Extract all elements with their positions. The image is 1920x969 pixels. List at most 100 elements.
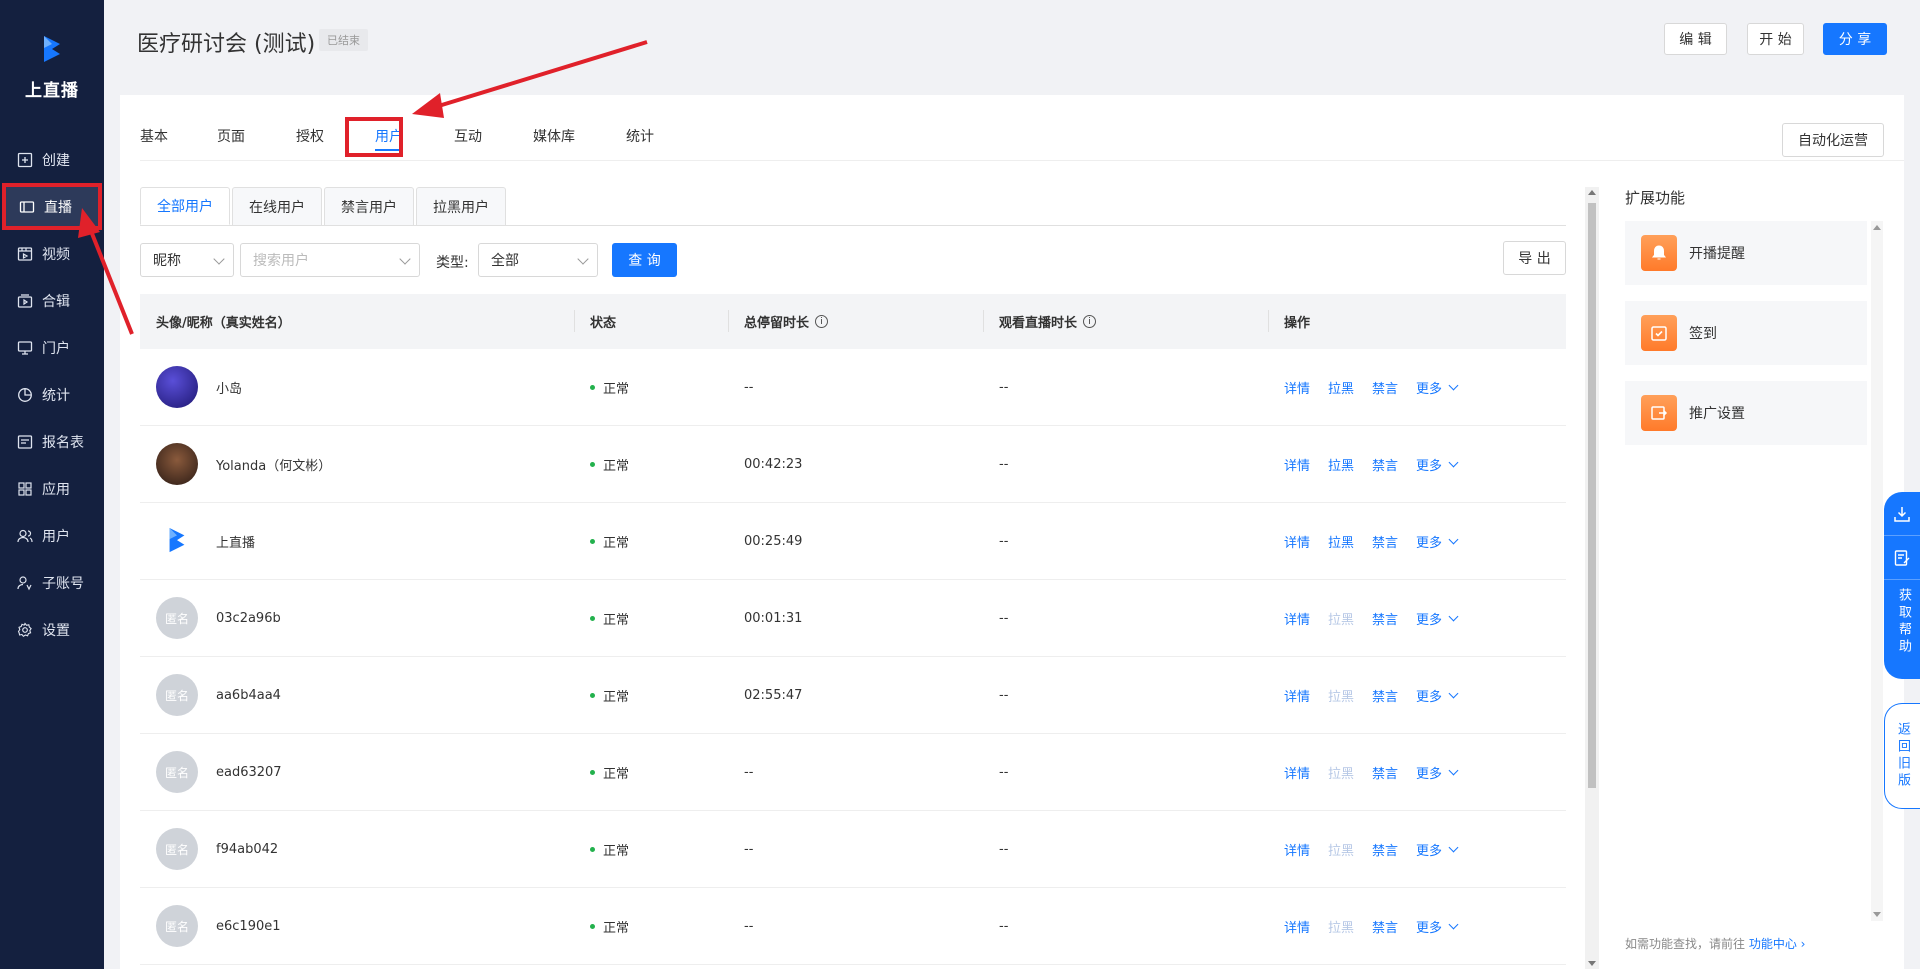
blacklist-link[interactable]: 拉黑: [1328, 532, 1354, 551]
col-header-watch: 观看直播时长 i: [983, 294, 1268, 349]
app-logo[interactable]: 上直播: [0, 34, 104, 101]
more-dropdown[interactable]: 更多: [1416, 455, 1459, 474]
col-header-status: 状态: [574, 294, 728, 349]
sidebar-item-label: 合辑: [42, 293, 70, 310]
table-scrollbar[interactable]: [1585, 187, 1599, 969]
field-select-value: 昵称: [153, 253, 181, 269]
col-header-stay-label: 总停留时长: [744, 316, 810, 331]
more-dropdown[interactable]: 更多: [1416, 840, 1459, 859]
mute-link[interactable]: 禁言: [1372, 455, 1398, 474]
user-name: 03c2a96b: [216, 610, 281, 626]
sub-account-icon: [16, 574, 34, 592]
more-dropdown[interactable]: 更多: [1416, 763, 1459, 782]
mute-link[interactable]: 禁言: [1372, 609, 1398, 628]
chevron-down-icon: [1448, 457, 1459, 467]
more-dropdown[interactable]: 更多: [1416, 609, 1459, 628]
type-select[interactable]: 全部: [478, 243, 598, 277]
chevron-down-icon: [1448, 842, 1459, 852]
main-tabs: 基本 页面 授权 用户 互动 媒体库 统计: [140, 115, 705, 157]
status-dot-icon: [590, 846, 595, 852]
more-label: 更多: [1416, 689, 1443, 705]
query-button[interactable]: 查 询: [612, 243, 677, 277]
sidebar-item-apps[interactable]: 应用: [0, 465, 104, 512]
mute-link[interactable]: 禁言: [1372, 763, 1398, 782]
detail-link[interactable]: 详情: [1284, 455, 1310, 474]
blacklist-link[interactable]: 拉黑: [1328, 455, 1354, 474]
edit-note-icon[interactable]: [1884, 536, 1920, 580]
ext-item-promotion[interactable]: 推广设置: [1625, 381, 1867, 445]
scroll-up-icon[interactable]: [1588, 190, 1596, 195]
detail-link[interactable]: 详情: [1284, 840, 1310, 859]
more-dropdown[interactable]: 更多: [1416, 378, 1459, 397]
sidebar-item-video[interactable]: 视频: [0, 230, 104, 277]
collection-icon: [16, 292, 34, 310]
chevron-down-icon: [1448, 688, 1459, 698]
more-dropdown[interactable]: 更多: [1416, 686, 1459, 705]
start-button[interactable]: 开 始: [1747, 23, 1804, 55]
download-icon[interactable]: [1884, 492, 1920, 536]
more-dropdown[interactable]: 更多: [1416, 917, 1459, 936]
info-icon[interactable]: i: [1083, 315, 1097, 328]
sidebar-item-users[interactable]: 用户: [0, 512, 104, 559]
mute-link[interactable]: 禁言: [1372, 917, 1398, 936]
detail-link[interactable]: 详情: [1284, 763, 1310, 782]
return-old-version-button[interactable]: 返回旧版: [1884, 703, 1920, 809]
export-button[interactable]: 导 出: [1503, 241, 1566, 275]
sidebar-item-settings[interactable]: 设置: [0, 606, 104, 653]
form-icon: [16, 433, 34, 451]
detail-link[interactable]: 详情: [1284, 609, 1310, 628]
tab-stats[interactable]: 统计: [626, 115, 675, 157]
user-name: e6c190e1: [216, 918, 281, 934]
user-name: f94ab042: [216, 841, 279, 857]
edit-button[interactable]: 编 辑: [1664, 23, 1727, 55]
ext-item-live-reminder[interactable]: 开播提醒: [1625, 221, 1867, 285]
ext-item-checkin[interactable]: 签到: [1625, 301, 1867, 365]
subtab-all-users[interactable]: 全部用户: [140, 187, 230, 225]
mute-link[interactable]: 禁言: [1372, 378, 1398, 397]
tab-media[interactable]: 媒体库: [533, 115, 596, 157]
scroll-up-icon[interactable]: [1873, 225, 1881, 230]
subtab-online-users[interactable]: 在线用户: [232, 187, 322, 225]
sidebar-item-live[interactable]: 直播: [2, 183, 102, 230]
sidebar-item-collection[interactable]: 合辑: [0, 277, 104, 324]
detail-link[interactable]: 详情: [1284, 378, 1310, 397]
more-dropdown[interactable]: 更多: [1416, 532, 1459, 551]
get-help-button[interactable]: 获取帮助: [1884, 580, 1913, 656]
scrollbar-thumb[interactable]: [1588, 203, 1596, 788]
table-row: 上直播 正常 00:25:49 -- 详情 拉黑 禁言 更多: [140, 503, 1566, 580]
sidebar-item-create[interactable]: 创建: [0, 136, 104, 183]
tab-basic[interactable]: 基本: [140, 115, 189, 157]
detail-link[interactable]: 详情: [1284, 686, 1310, 705]
mute-link[interactable]: 禁言: [1372, 840, 1398, 859]
tab-auth[interactable]: 授权: [296, 115, 345, 157]
sidebar-item-stats[interactable]: 统计: [0, 371, 104, 418]
tab-interact[interactable]: 互动: [454, 115, 503, 157]
mute-link[interactable]: 禁言: [1372, 532, 1398, 551]
field-select[interactable]: 昵称: [140, 243, 234, 277]
subtab-muted-users[interactable]: 禁言用户: [324, 187, 414, 225]
sidebar-item-portal[interactable]: 门户: [0, 324, 104, 371]
share-button[interactable]: 分 享: [1823, 23, 1887, 55]
sidebar-item-subaccount[interactable]: 子账号: [0, 559, 104, 606]
blacklist-link: 拉黑: [1328, 920, 1355, 936]
user-name: ead63207: [216, 764, 282, 780]
stay-duration: 00:25:49: [744, 533, 803, 549]
blacklist-link[interactable]: 拉黑: [1328, 378, 1354, 397]
info-icon[interactable]: i: [815, 315, 829, 328]
scroll-down-icon[interactable]: [1873, 912, 1881, 917]
blacklist-link: 拉黑: [1328, 689, 1355, 705]
watch-duration: --: [999, 764, 1009, 780]
search-input[interactable]: 搜索用户: [240, 243, 420, 277]
sidebar-item-form[interactable]: 报名表: [0, 418, 104, 465]
detail-link[interactable]: 详情: [1284, 532, 1310, 551]
tab-page[interactable]: 页面: [217, 115, 266, 157]
subtab-blocked-users[interactable]: 拉黑用户: [416, 187, 506, 225]
feature-center-link[interactable]: 功能中心 ›: [1749, 937, 1806, 951]
mute-link[interactable]: 禁言: [1372, 686, 1398, 705]
scroll-down-icon[interactable]: [1588, 961, 1596, 966]
extensions-scrollbar[interactable]: [1871, 221, 1883, 921]
detail-link[interactable]: 详情: [1284, 917, 1310, 936]
auto-ops-button[interactable]: 自动化运营: [1782, 123, 1884, 157]
sidebar-item-label: 直播: [44, 199, 72, 216]
status-dot-icon: [590, 384, 595, 390]
